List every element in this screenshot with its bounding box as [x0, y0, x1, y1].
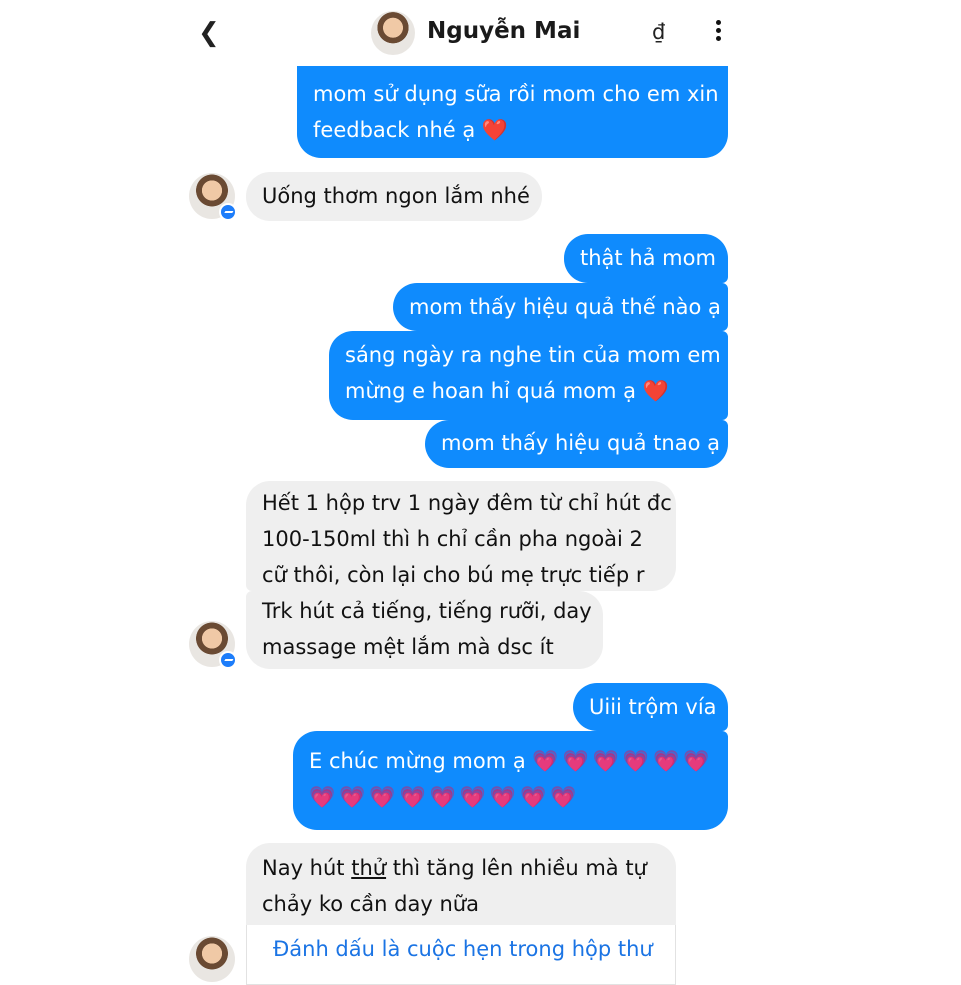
message-bubble-outgoing[interactable]: sáng ngày ra nghe tin của mom em mừng e … [329, 331, 728, 420]
message-text: mừng e hoan hỉ quá mom ạ ❤️ [345, 379, 669, 403]
message-text: Hết 1 hộp trv 1 ngày đêm từ chỉ hút đc [262, 491, 672, 515]
chevron-left-icon[interactable]: ❮ [198, 18, 224, 48]
message-bubble-outgoing[interactable]: Uiii trộm vía [573, 683, 728, 731]
message-text: sáng ngày ra nghe tin của mom em [345, 343, 721, 367]
heart-emoji: ❤️ [481, 118, 509, 142]
message-text: Uiii trộm vía [589, 695, 717, 719]
message-text: mom thấy hiệu quả thế nào ạ [409, 295, 721, 319]
message-bubble-incoming[interactable]: Hết 1 hộp trv 1 ngày đêm từ chỉ hút đc 1… [246, 481, 676, 591]
message-bubble-outgoing[interactable]: mom thấy hiệu quả tnao ạ [425, 420, 728, 468]
message-bubble-incoming[interactable]: Uống thơm ngon lắm nhé [246, 172, 542, 221]
message-text: Nay hút thử thì tăng lên nhiều mà tự [262, 856, 647, 880]
heart-emoji: ❤️ [642, 379, 669, 403]
message-text: massage mệt lắm mà dsc ít [262, 635, 554, 659]
mark-appointment-link[interactable]: Đánh dấu là cuộc hẹn trong hộp thư [273, 937, 653, 961]
message-text: thật hả mom [580, 246, 716, 270]
message-bubble-outgoing[interactable]: thật hả mom [564, 234, 728, 283]
vertical-ellipsis-icon[interactable] [711, 20, 725, 46]
message-text: mom thấy hiệu quả tnao ạ [441, 431, 720, 455]
appointment-card: Đánh dấu là cuộc hẹn trong hộp thư [246, 925, 676, 985]
message-text: feedback nhé ạ ❤️ [313, 118, 509, 142]
messenger-badge-icon [219, 651, 237, 669]
message-bubble-incoming[interactable]: Trk hút cả tiếng, tiếng rưỡi, day massag… [246, 591, 603, 669]
message-text: Trk hút cả tiếng, tiếng rưỡi, day [262, 599, 592, 623]
message-text: mom sử dụng sữa rồi mom cho em xin [313, 82, 719, 106]
message-text: cữ thôi, còn lại cho bú mẹ trực tiếp r [262, 563, 645, 587]
message-bubble-incoming[interactable]: Nay hút thử thì tăng lên nhiều mà tự chả… [246, 843, 676, 925]
avatar[interactable] [371, 11, 415, 55]
message-bubble-outgoing[interactable]: mom sử dụng sữa rồi mom cho em xin feedb… [297, 66, 728, 158]
pink-heart-emoji-row: 💗💗💗💗💗💗💗💗💗 [309, 785, 581, 809]
message-text: Uống thơm ngon lắm nhé [262, 184, 530, 208]
chat-header: ❮ Nguyễn Mai ₫ [0, 0, 961, 66]
pink-heart-emoji: 💗💗💗💗💗💗 [532, 749, 714, 773]
message-text: E chúc mừng mom ạ 💗💗💗💗💗💗 [309, 749, 714, 773]
message-bubble-outgoing[interactable]: mom thấy hiệu quả thế nào ạ [393, 283, 728, 331]
message-bubble-outgoing[interactable]: E chúc mừng mom ạ 💗💗💗💗💗💗 💗💗💗💗💗💗💗💗💗 [293, 731, 728, 830]
message-text: chảy ko cần day nữa [262, 892, 479, 916]
avatar[interactable] [189, 936, 235, 982]
messenger-badge-icon [219, 203, 237, 221]
message-text: 100-150ml thì h chỉ cần pha ngoài 2 [262, 527, 643, 551]
contact-name[interactable]: Nguyễn Mai [427, 18, 580, 44]
currency-icon[interactable]: ₫ [652, 20, 665, 44]
